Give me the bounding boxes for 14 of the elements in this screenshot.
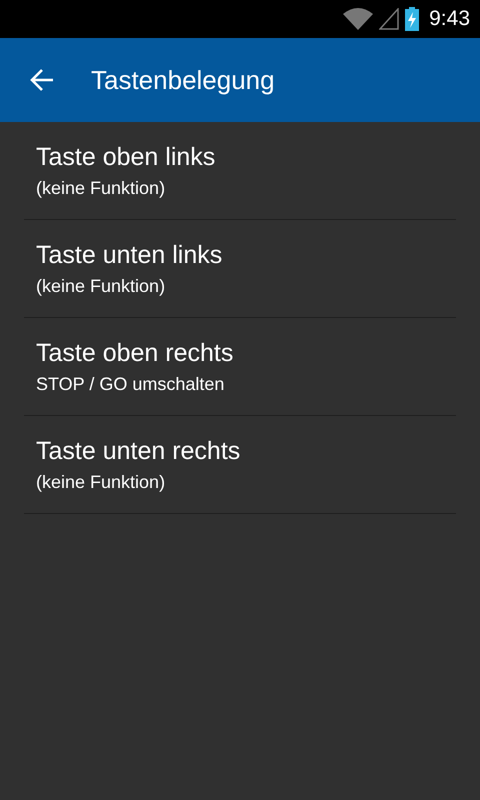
- setting-title[interactable]: Taste oben links: [36, 142, 216, 172]
- setting-summary: (keine Funktion): [36, 472, 166, 492]
- setting-title[interactable]: Taste oben rechts: [36, 338, 234, 368]
- setting-title[interactable]: Taste unten links: [36, 240, 222, 270]
- signal-icon: [379, 8, 400, 30]
- clock-time: 9:43: [429, 7, 470, 31]
- setting-summary: STOP / GO umschalten: [36, 374, 224, 394]
- setting-title[interactable]: Taste unten rechts: [36, 436, 240, 466]
- screen-title: Tastenbelegung: [91, 64, 275, 96]
- back-button[interactable]: [29, 67, 55, 93]
- battery-charging-icon: [405, 7, 420, 31]
- setting-summary: (keine Funktion): [36, 276, 166, 296]
- wifi-icon: [343, 8, 374, 30]
- setting-summary: (keine Funktion): [36, 178, 166, 198]
